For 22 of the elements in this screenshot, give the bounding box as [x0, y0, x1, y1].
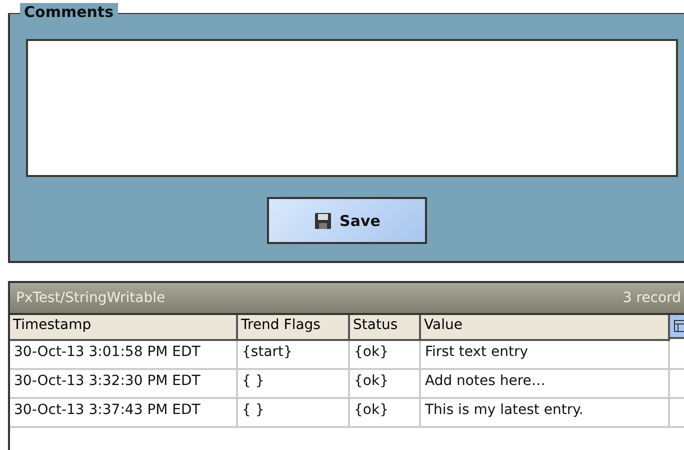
table-cell: This is my latest entry. [421, 399, 670, 428]
table-cell: { } [238, 399, 350, 428]
table-cell: 30-Oct-13 3:32:30 PM EDT [10, 370, 238, 399]
column-header[interactable]: Trend Flags [238, 315, 350, 341]
table-cell: {start} [238, 341, 350, 370]
table-cell: {ok} [350, 370, 421, 399]
table-title: PxTest/StringWritable [16, 290, 166, 306]
table-cell: {ok} [350, 341, 421, 370]
table-cell: Add notes here… [421, 370, 670, 399]
save-button[interactable]: Save [267, 197, 427, 244]
table-cell: 30-Oct-13 3:01:58 PM EDT [10, 341, 238, 370]
column-header[interactable]: Timestamp [10, 315, 238, 341]
table-cell: 30-Oct-13 3:37:43 PM EDT [10, 399, 238, 428]
table-cell: { } [238, 370, 350, 399]
column-chooser-button[interactable] [670, 315, 684, 339]
table-cell: First text entry [421, 341, 670, 370]
table-cell: {ok} [350, 399, 421, 428]
column-header[interactable]: Value [421, 315, 670, 341]
table-icon [674, 320, 684, 332]
comments-field[interactable] [26, 39, 678, 177]
column-header[interactable]: Status [350, 315, 421, 341]
record-count: 3 record [622, 290, 681, 306]
